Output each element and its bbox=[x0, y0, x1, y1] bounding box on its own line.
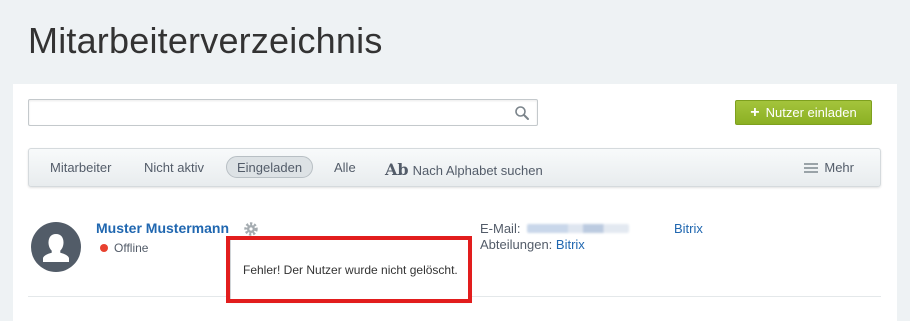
department-row: Abteilungen: Bitrix bbox=[480, 237, 585, 252]
company-link[interactable]: Bitrix bbox=[674, 221, 703, 236]
more-label: Mehr bbox=[824, 160, 854, 175]
plus-icon: + bbox=[750, 103, 760, 121]
avatar[interactable] bbox=[31, 222, 81, 272]
tab-mitarbeiter[interactable]: Mitarbeiter bbox=[50, 160, 111, 175]
search-icon[interactable] bbox=[514, 105, 530, 121]
gear-icon[interactable] bbox=[243, 221, 259, 237]
presence-status: Offline bbox=[100, 241, 148, 255]
department-label: Abteilungen: bbox=[480, 237, 553, 252]
invite-user-button[interactable]: + Nutzer einladen bbox=[735, 100, 872, 125]
tab-nicht-aktiv[interactable]: Nicht aktiv bbox=[144, 160, 204, 175]
search-input[interactable] bbox=[28, 99, 538, 126]
error-message: Fehler! Der Nutzer wurde nicht gelöscht. bbox=[243, 262, 458, 277]
email-label: E-Mail: bbox=[480, 221, 521, 236]
department-link[interactable]: Bitrix bbox=[556, 237, 585, 252]
alphabet-icon: Ab bbox=[385, 160, 409, 179]
offline-dot-icon bbox=[100, 244, 108, 252]
more-menu-button[interactable]: Mehr bbox=[804, 160, 854, 175]
email-value-redacted[interactable] bbox=[527, 224, 629, 233]
alphabet-search-link[interactable]: Ab Nach Alphabet suchen bbox=[385, 160, 543, 179]
employee-name-link[interactable]: Muster Mustermann bbox=[96, 220, 229, 236]
error-popup: Fehler! Der Nutzer wurde nicht gelöscht. bbox=[230, 239, 469, 300]
page-title: Mitarbeiterverzeichnis bbox=[28, 20, 383, 61]
status-label: Offline bbox=[114, 241, 149, 255]
tab-eingeladen[interactable]: Eingeladen bbox=[226, 156, 314, 178]
alphabet-search-label: Nach Alphabet suchen bbox=[412, 163, 543, 178]
user-silhouette-icon bbox=[43, 234, 69, 262]
tab-alle[interactable]: Alle bbox=[334, 160, 356, 175]
menu-lines-icon bbox=[804, 162, 819, 173]
filter-bar: Mitarbeiter Nicht aktiv Eingeladen Alle … bbox=[28, 148, 881, 187]
invite-user-label: Nutzer einladen bbox=[765, 105, 857, 120]
